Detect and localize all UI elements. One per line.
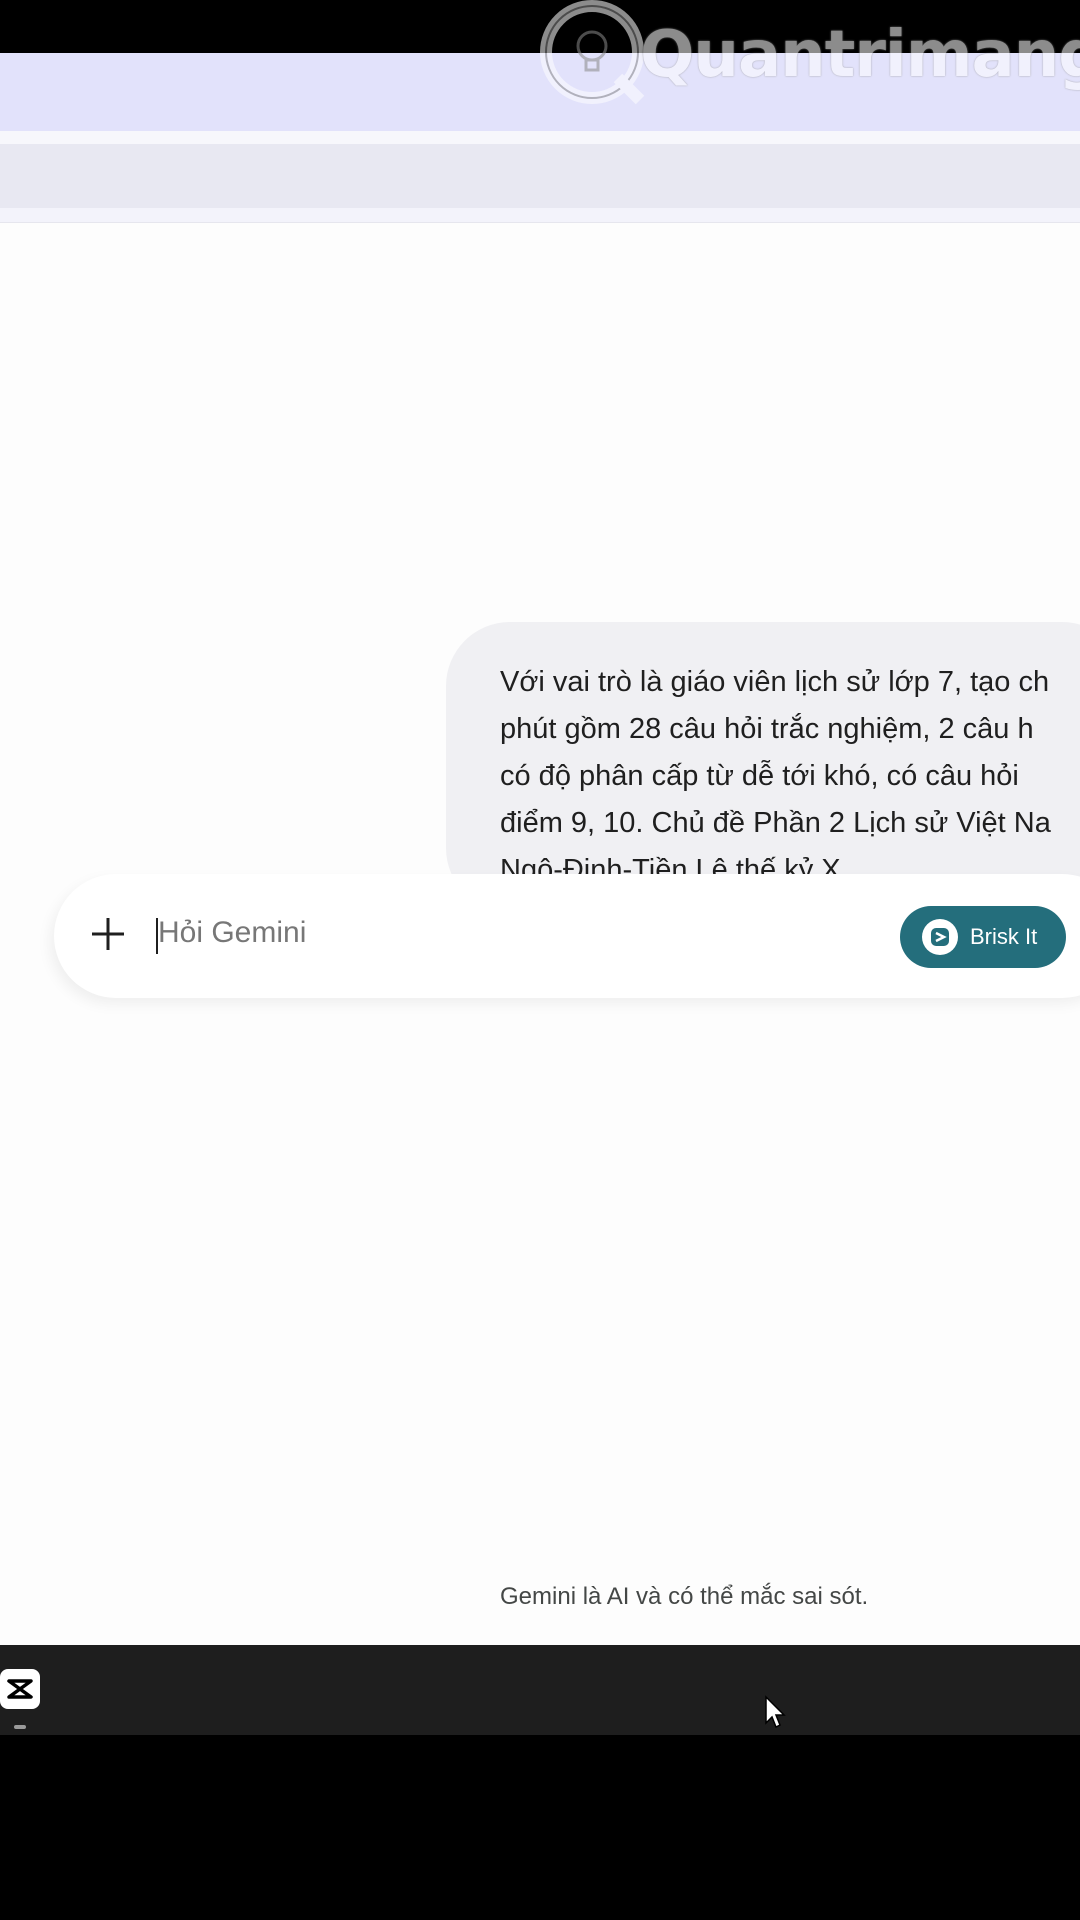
watermark-logo: Quantrimang	[540, 0, 1080, 110]
brisk-it-button[interactable]: Brisk It	[900, 906, 1066, 968]
prompt-input-bar[interactable]: Hỏi Gemini Brisk It	[54, 874, 1080, 998]
disclaimer-text: Gemini là AI và có thể mắc sai sót.	[500, 1583, 869, 1610]
user-message-text: Với vai trò là giáo viên lịch sử lớp 7, …	[500, 659, 1080, 894]
taskbar	[0, 1645, 1080, 1735]
active-app-indicator	[14, 1725, 26, 1729]
watermark-text: Quantrimang	[640, 18, 1080, 92]
capcut-icon[interactable]	[0, 1669, 40, 1709]
brisk-it-label: Brisk It	[970, 924, 1038, 949]
brisk-logo-icon	[922, 919, 958, 955]
lightbulb-logo-icon	[540, 0, 645, 105]
plus-icon[interactable]	[90, 916, 126, 952]
message-line: Với vai trò là giáo viên lịch sử lớp 7, …	[500, 666, 1050, 698]
bottom-black-area	[0, 1735, 1080, 1920]
toolbar-divider	[0, 208, 1080, 222]
message-line: điểm 9, 10. Chủ đề Phần 2 Lịch sử Việt N…	[500, 807, 1051, 839]
header-divider	[0, 131, 1080, 144]
message-line: có độ phân cấp từ dễ tới khó, có câu hỏi	[500, 760, 1019, 792]
mouse-pointer-icon	[765, 1695, 786, 1729]
browser-toolbar-band	[0, 144, 1080, 208]
prompt-input[interactable]: Hỏi Gemini	[158, 916, 306, 950]
message-line: phút gồm 28 câu hỏi trắc nghiệm, 2 câu h	[500, 713, 1034, 745]
chat-content-area: Với vai trò là giáo viên lịch sử lớp 7, …	[0, 222, 1080, 1646]
